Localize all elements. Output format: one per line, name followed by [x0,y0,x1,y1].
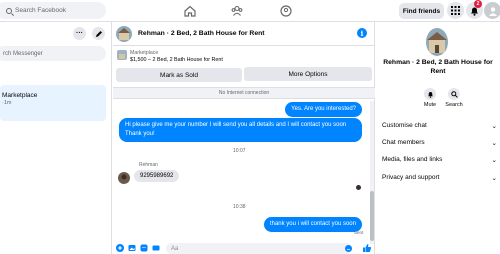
chevron-down-icon: ⌄ [491,175,497,182]
mute-button[interactable] [424,88,436,100]
media-files-section[interactable]: Media, files and links ⌄ [382,156,500,164]
groups-icon[interactable] [279,4,293,18]
customise-chat-section[interactable]: Customise chat ⌄ [382,122,500,130]
menu-button[interactable] [447,2,464,19]
incoming-message: 9295989692 [134,170,180,182]
sticker-icon[interactable] [140,244,148,252]
chat-panel: Rehman · 2 Bed, 2 Bath House for Rent i … [113,22,375,254]
conversation-item[interactable]: Marketplace ·1m [0,85,106,121]
chat-scrollbar[interactable] [370,101,374,244]
section-label: Chat members [382,139,425,146]
chat-avatar[interactable] [116,26,132,42]
privacy-support-section[interactable]: Privacy and support ⌄ [382,174,500,182]
bell-icon [427,91,433,98]
outgoing-message: Hi please give me your number I will sen… [119,118,362,142]
search-action[interactable]: Search [444,88,464,108]
conversation-title: Marketplace [2,92,38,99]
chevron-down-icon: ⌄ [491,157,497,164]
chat-list-panel: ··· rch Messenger Marketplace ·1m [0,22,112,254]
mute-label: Mute [423,102,437,108]
profile-avatar-icon [488,6,497,16]
scrollbar-thumb[interactable] [370,191,374,241]
friends-icon[interactable] [230,4,244,18]
listing-thumbnail-icon [117,50,127,60]
section-label: Media, files and links [382,156,443,163]
search-button[interactable] [448,88,460,100]
message-composer: Aa [113,242,375,254]
sender-name: Rehman [139,162,158,168]
seen-avatar-icon [356,185,361,190]
sender-avatar[interactable] [118,172,130,184]
info-icon[interactable]: i [357,28,367,38]
new-message-button[interactable] [92,27,105,40]
mute-action[interactable]: Mute [420,88,440,108]
chevron-down-icon: ⌄ [491,123,497,130]
plus-icon[interactable] [116,244,124,252]
gif-icon[interactable] [152,244,160,252]
compose-icon [95,30,102,37]
search-icon [450,90,458,98]
house-photo-icon [426,28,448,56]
search-label: Search [445,102,463,108]
image-icon[interactable] [128,244,136,252]
search-icon [6,7,12,14]
listing-price: $1,500 – 2 Bed, 2 Bath House for Rent [130,57,223,63]
house-photo-icon [116,26,132,42]
account-button[interactable] [484,2,500,19]
chat-info-avatar[interactable] [426,28,448,56]
chevron-down-icon: ⌄ [491,140,497,147]
messenger-search-input[interactable]: rch Messenger [0,46,106,61]
chat-info-panel: Rehman · 2 Bed, 2 Bath House for Rent Mu… [376,22,500,254]
section-label: Customise chat [382,122,427,129]
chat-header: Rehman · 2 Bed, 2 Bath House for Rent i [113,22,375,46]
sent-status: Sent [354,230,364,235]
facebook-search-input[interactable]: Search Facebook [0,2,106,19]
mark-as-sold-button[interactable]: Mark as Sold [116,68,242,82]
more-dots-icon: ··· [76,30,83,37]
outgoing-message: Yes. Are you interested? [285,102,362,117]
timestamp: 10:38 [233,204,246,210]
marketplace-label: Marketplace [130,50,159,56]
search-placeholder: Search Facebook [15,7,66,14]
more-options-button[interactable]: More Options [244,67,372,81]
grid-menu-icon [451,6,460,15]
section-label: Privacy and support [382,174,440,181]
notification-badge: 2 [474,0,482,8]
conversation-time: ·1m [2,100,12,106]
emoji-icon[interactable] [345,245,352,252]
chat-info-name: Rehman · 2 Bed, 2 Bath House for Rent [383,59,493,75]
no-internet-banner: No Internet connection [113,87,375,99]
timestamp: 10:07 [233,148,246,154]
outgoing-message: thank you i will contact you soon [263,217,362,232]
top-bar: Search Facebook Find friends 2 [0,0,500,22]
options-button[interactable]: ··· [73,27,86,40]
chat-title: Rehman · 2 Bed, 2 Bath House for Rent [138,30,265,37]
message-input[interactable]: Aa [166,243,352,254]
find-friends-button[interactable]: Find friends [399,3,444,19]
like-icon[interactable] [362,243,372,253]
chat-members-section[interactable]: Chat members ⌄ [382,139,500,147]
home-icon[interactable] [183,4,197,18]
